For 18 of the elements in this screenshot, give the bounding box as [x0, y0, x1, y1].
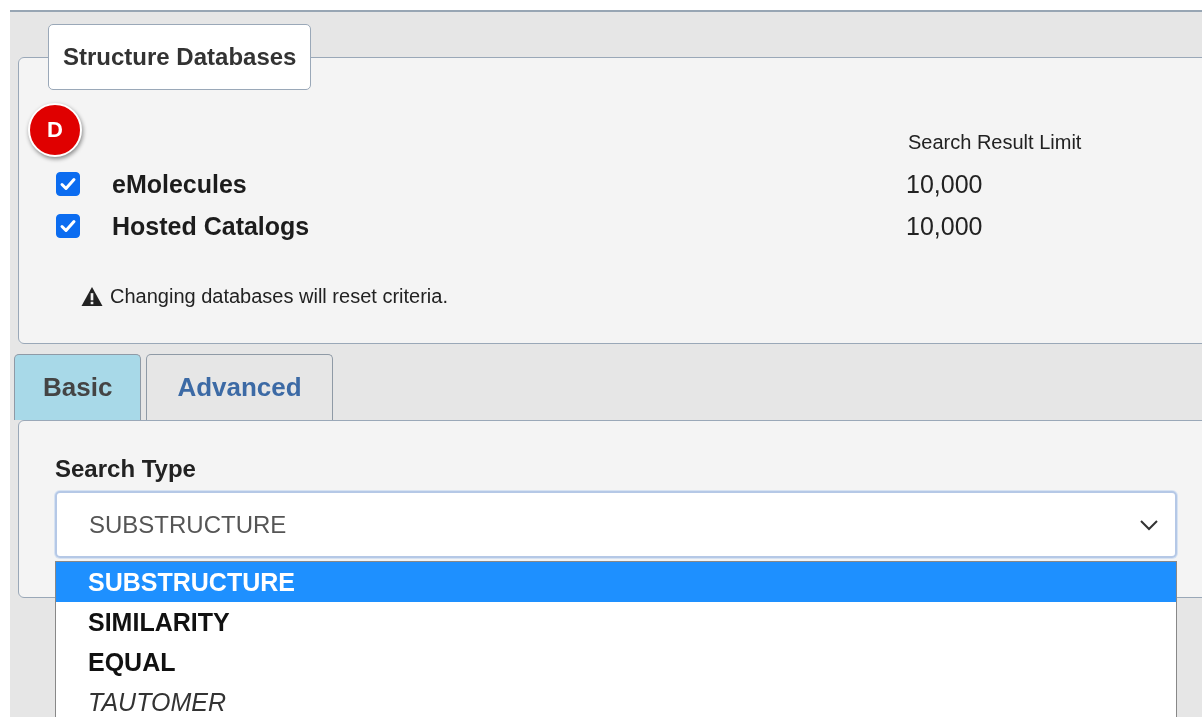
search-type-label: Search Type: [55, 455, 197, 483]
panel-legend: Structure Databases: [48, 24, 312, 90]
database-checkbox[interactable]: [56, 214, 80, 238]
result-limit: 10,000: [906, 211, 983, 241]
database-name: eMolecules: [112, 169, 248, 199]
tab[interactable]: Advanced: [146, 354, 333, 420]
warning-text: Changing databases will reset criteria.: [110, 285, 448, 308]
chevron-down-icon: [1139, 518, 1159, 531]
limit-heading: Search Result Limit: [908, 131, 1082, 154]
database-name: Hosted Catalogs: [112, 211, 311, 241]
search-type-select[interactable]: SUBSTRUCTURE: [55, 491, 1177, 558]
tab[interactable]: Basic: [14, 354, 142, 420]
database-checkbox[interactable]: [56, 172, 80, 196]
step-badge: D: [28, 102, 82, 157]
result-limit: 10,000: [906, 169, 983, 199]
warning-icon: [80, 286, 104, 307]
dropdown-option[interactable]: EQUAL: [56, 642, 1176, 682]
dropdown-option[interactable]: SIMILARITY: [56, 602, 1176, 642]
